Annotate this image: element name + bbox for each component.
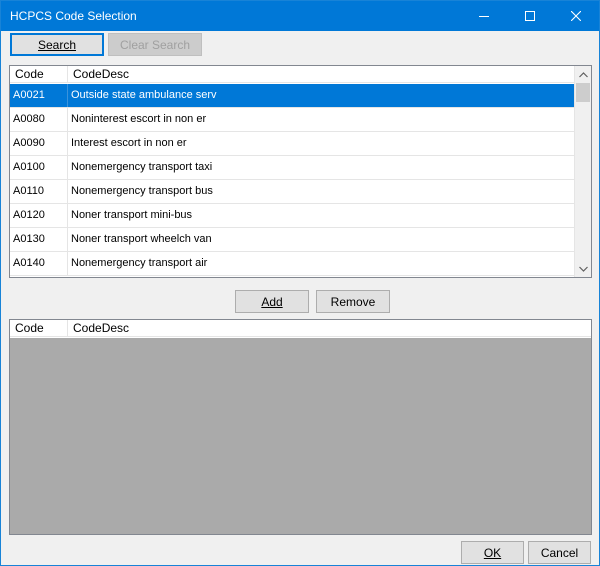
code-cell: A0110 (10, 180, 68, 203)
codedesc-cell: Interest escort in non er (71, 137, 187, 149)
selected-grid-header: Code CodeDesc (10, 320, 591, 337)
table-row[interactable]: A0130 Noner transport wheelch van (10, 228, 576, 252)
table-row[interactable]: A0090 Interest escort in non er (10, 132, 576, 156)
remove-button[interactable]: Remove (316, 290, 390, 313)
ok-button-label: OK (483, 545, 502, 560)
table-row[interactable]: A0100 Nonemergency transport taxi (10, 156, 576, 180)
codedesc-cell: Nonemergency transport bus (71, 185, 213, 197)
clear-search-button-label: Clear Search (119, 37, 191, 52)
close-button[interactable] (553, 1, 599, 31)
code-cell: A0140 (10, 252, 68, 275)
close-icon (571, 11, 581, 21)
clear-search-button[interactable]: Clear Search (108, 33, 202, 56)
scroll-down-arrow[interactable] (575, 260, 591, 277)
hcpcs-code-selection-window: HCPCS Code Selection Search Clear Search… (0, 0, 600, 566)
column-header-codedesc[interactable]: CodeDesc (68, 320, 591, 337)
cancel-button[interactable]: Cancel (528, 541, 591, 564)
cancel-button-label: Cancel (540, 545, 579, 560)
vertical-scrollbar[interactable] (574, 66, 591, 277)
grid-header: Code CodeDesc (10, 66, 576, 83)
hcpcs-code-list[interactable]: Code CodeDesc A0021 Outside state ambulan… (9, 65, 592, 278)
chevron-up-icon (578, 71, 588, 77)
table-row[interactable]: A0110 Nonemergency transport bus (10, 180, 576, 204)
table-row[interactable]: A0080 Noninterest escort in non er (10, 108, 576, 132)
scroll-up-arrow[interactable] (575, 66, 591, 83)
code-cell: A0021 (10, 84, 68, 107)
remove-button-label: Remove (330, 294, 376, 309)
add-button-label: Add (261, 294, 283, 309)
table-row[interactable]: A0021 Outside state ambulance serv (10, 84, 576, 108)
selected-grid-empty-area (10, 338, 591, 534)
code-cell: A0100 (10, 156, 68, 179)
code-cell: A0080 (10, 108, 68, 131)
add-button[interactable]: Add (235, 290, 309, 313)
search-button[interactable]: Search (10, 33, 104, 56)
column-header-codedesc[interactable]: CodeDesc (68, 66, 576, 83)
code-cell: A0090 (10, 132, 68, 155)
scroll-thumb[interactable] (576, 83, 590, 102)
code-cell: A0120 (10, 204, 68, 227)
codedesc-cell: Nonemergency transport taxi (71, 161, 213, 173)
code-cell: A0130 (10, 228, 68, 251)
minimize-icon (479, 16, 489, 17)
title-bar[interactable]: HCPCS Code Selection (1, 1, 599, 31)
codedesc-cell: Noner transport wheelch van (71, 233, 212, 245)
search-button-label: Search (37, 37, 77, 52)
codedesc-cell: Outside state ambulance serv (71, 89, 217, 101)
codedesc-cell: Nonemergency transport air (71, 257, 208, 269)
selected-codes-list[interactable]: Code CodeDesc (9, 319, 592, 535)
minimize-button[interactable] (461, 1, 507, 31)
column-header-code[interactable]: Code (10, 66, 68, 83)
window-title: HCPCS Code Selection (10, 9, 137, 23)
maximize-button[interactable] (507, 1, 553, 31)
table-row[interactable]: A0120 Noner transport mini-bus (10, 204, 576, 228)
maximize-icon (525, 11, 535, 21)
table-row[interactable]: A0140 Nonemergency transport air (10, 252, 576, 276)
ok-button[interactable]: OK (461, 541, 524, 564)
chevron-down-icon (578, 266, 588, 272)
column-header-code[interactable]: Code (10, 320, 68, 337)
codedesc-cell: Noninterest escort in non er (71, 113, 207, 125)
codedesc-cell: Noner transport mini-bus (71, 209, 193, 221)
